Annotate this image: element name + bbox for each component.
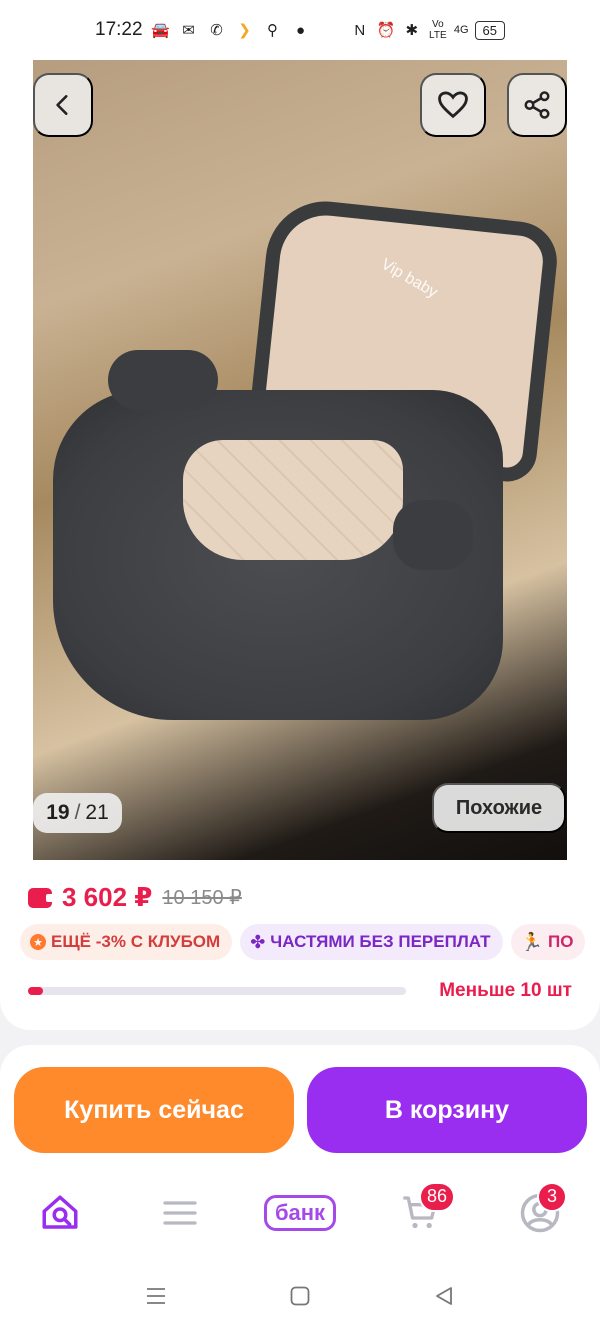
chat-icon: ✉ — [182, 22, 195, 39]
chip-installments[interactable]: ✤ ЧАСТЯМИ БЕЗ ПЕРЕПЛАТ — [240, 924, 503, 960]
nav-cart[interactable]: 86 — [385, 1178, 455, 1248]
back-button[interactable] — [33, 73, 93, 137]
buy-now-button[interactable]: Купить сейчас — [14, 1067, 294, 1153]
whatsapp-icon: ✆ — [210, 22, 223, 39]
car-icon: 🚘 — [151, 22, 170, 39]
leaf-icon: ● — [296, 21, 306, 39]
profile-badge: 3 — [537, 1181, 567, 1212]
stock-progress-fill — [28, 987, 44, 995]
price-card: 3 602 ₽ 10 150 ₽ ★ ЕЩЁ -3% С КЛУБОМ ✤ ЧА… — [0, 860, 600, 1030]
share-icon — [524, 91, 550, 119]
stock-progress — [28, 987, 406, 995]
bottom-nav: банк 86 3 — [0, 1165, 600, 1260]
promo-chips: ★ ЕЩЁ -3% С КЛУБОМ ✤ ЧАСТЯМИ БЕЗ ПЕРЕПЛА… — [20, 924, 600, 960]
status-bar: 17:22 🚘 ✉ ✆ ❯ ⚲ ● N ⏰ ✱ Vo LTE 4G 65 — [0, 0, 600, 60]
favorite-button[interactable] — [420, 73, 486, 137]
volte-icon: Vo LTE — [429, 19, 447, 41]
current-price: 3 602 ₽ — [62, 882, 153, 912]
recent-apps-icon[interactable] — [144, 1284, 168, 1308]
runner-icon: 🏃 — [520, 931, 543, 952]
photo-counter: 19 / 21 — [33, 793, 122, 833]
product-gallery[interactable]: Vip baby — [0, 60, 600, 860]
nfc-icon: N — [354, 21, 366, 39]
system-nav-bar — [0, 1260, 600, 1332]
product-photo[interactable]: Vip baby — [33, 60, 567, 860]
bluetooth-icon: ✱ — [405, 22, 419, 39]
clover-icon: ✤ — [250, 931, 266, 952]
stock-indicator: Меньше 10 шт — [28, 980, 588, 1002]
signal-icon: 4G — [453, 24, 469, 36]
chevron-left-icon — [56, 95, 68, 115]
battery-icon: 65 — [474, 20, 505, 40]
chip-label: ЕЩЁ -3% С КЛУБОМ — [51, 932, 221, 951]
back-icon[interactable] — [432, 1284, 456, 1308]
armrest-right — [393, 500, 473, 570]
armrest-left — [108, 350, 218, 410]
photo-counter-current: 19 — [46, 801, 70, 824]
similar-button[interactable]: Похожие — [432, 783, 566, 833]
app-icon: ❯ — [238, 22, 251, 39]
nav-bank[interactable]: банк — [263, 1178, 337, 1248]
chip-club-discount[interactable]: ★ ЕЩЁ -3% С КЛУБОМ — [20, 924, 233, 960]
bank-label: банк — [263, 1194, 337, 1231]
menu-icon — [163, 1200, 197, 1225]
clock: 17:22 — [95, 19, 143, 40]
wallet-icon — [28, 887, 54, 908]
alarm-icon: ⏰ — [376, 22, 396, 39]
share-button[interactable] — [507, 73, 567, 137]
nav-home[interactable] — [25, 1178, 95, 1248]
search-icon: ⚲ — [267, 22, 279, 39]
chip-delivery[interactable]: 🏃 ПО — [510, 924, 586, 960]
chip-label: ПО — [547, 932, 574, 951]
price-row: 3 602 ₽ 10 150 ₽ — [28, 882, 242, 913]
heart-icon — [438, 91, 468, 119]
star-icon: ★ — [30, 934, 46, 950]
old-price: 10 150 ₽ — [162, 887, 242, 909]
booster-cushion — [183, 440, 403, 560]
stock-label: Меньше 10 шт — [439, 980, 572, 1001]
photo-counter-total: 21 — [85, 801, 109, 824]
home-icon[interactable] — [288, 1284, 312, 1308]
home-search-icon — [42, 1195, 78, 1229]
cart-badge: 86 — [418, 1181, 455, 1212]
nav-catalog[interactable] — [145, 1178, 215, 1248]
chip-label: ЧАСТЯМИ БЕЗ ПЕРЕПЛАТ — [270, 932, 491, 951]
nav-profile[interactable]: 3 — [505, 1178, 575, 1248]
add-to-cart-button[interactable]: В корзину — [307, 1067, 587, 1153]
photo-counter-separator: / — [74, 801, 81, 824]
